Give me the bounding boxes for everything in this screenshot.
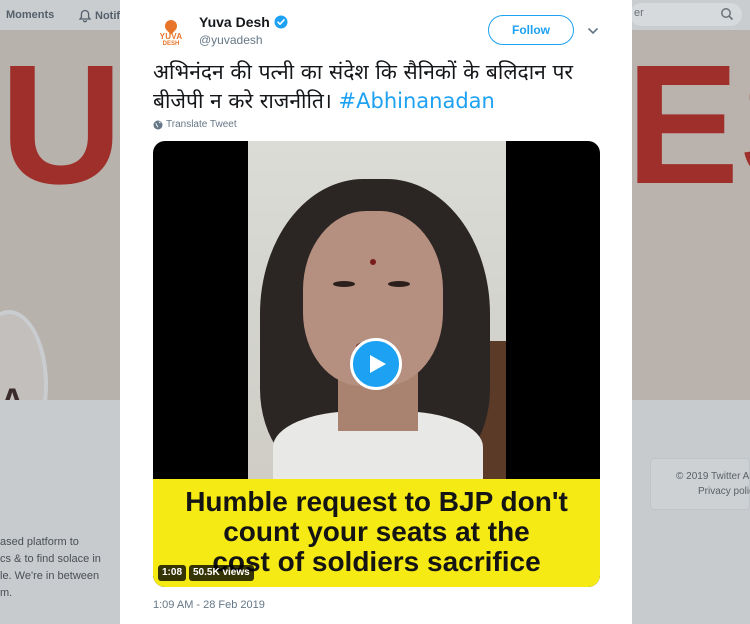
bio-line: le. We're in between: [0, 570, 100, 582]
nav-notifications[interactable]: Notif: [78, 9, 120, 23]
chevron-down-icon[interactable]: [587, 26, 599, 36]
video-frame: [248, 141, 506, 479]
video-caption: Humble request to BJP don't count your s…: [153, 487, 600, 577]
author-name-text: Yuva Desh: [199, 14, 270, 30]
video-caption-line: Humble request to BJP don't: [185, 486, 568, 517]
author-name[interactable]: Yuva Desh: [199, 14, 288, 30]
video-person-bindi: [370, 259, 376, 265]
author-handle[interactable]: @yuvadesh: [199, 33, 263, 47]
bio-line: ased platform to: [0, 536, 79, 548]
translate-tweet-link[interactable]: Translate Tweet: [153, 119, 237, 130]
tweet-timestamp[interactable]: 1:09 AM - 28 Feb 2019: [153, 599, 265, 611]
footer-card: [650, 458, 750, 510]
globe-icon: [153, 120, 163, 129]
nav-notifications-label: Notif: [95, 10, 121, 22]
play-icon: [370, 355, 386, 373]
video-views-badge: 50.5K views: [189, 565, 254, 581]
bio-line: m.: [0, 587, 13, 599]
search-icon[interactable]: [720, 7, 734, 21]
video-person-eye: [333, 281, 355, 287]
video-duration-badge: 1:08: [158, 565, 187, 581]
footer-privacy-link[interactable]: Privacy polic: [698, 486, 750, 497]
translate-tweet-label: Translate Tweet: [166, 119, 237, 130]
play-button[interactable]: [350, 338, 402, 390]
video-player[interactable]: Humble request to BJP don't count your s…: [153, 141, 600, 587]
bell-icon: [78, 9, 92, 23]
video-caption-line: count your seats at the: [223, 516, 530, 547]
avatar-logo-subtext: DESH: [162, 41, 180, 47]
follow-button[interactable]: Follow: [488, 15, 574, 45]
video-person-eye: [388, 281, 410, 287]
bio-line: cs & to find solace in: [0, 553, 101, 565]
author-avatar[interactable]: YUVA DESH: [153, 16, 189, 52]
verified-badge-icon: [274, 15, 288, 29]
hashtag-link[interactable]: #Abhinanadan: [339, 89, 495, 113]
nav-moments[interactable]: Moments: [6, 9, 54, 21]
banner-letters-left: U: [0, 30, 123, 220]
profile-bio: ased platform to cs & to find solace in …: [0, 534, 110, 602]
tweet-text: अभिनंदन की पत्नी का संदेश कि सैनिकों के …: [153, 58, 609, 116]
search-input[interactable]: er: [630, 3, 742, 26]
search-input-text: er: [634, 7, 644, 19]
banner-letters-right: ES: [626, 30, 750, 220]
footer-copyright[interactable]: © 2019 Twitter A: [676, 471, 749, 482]
